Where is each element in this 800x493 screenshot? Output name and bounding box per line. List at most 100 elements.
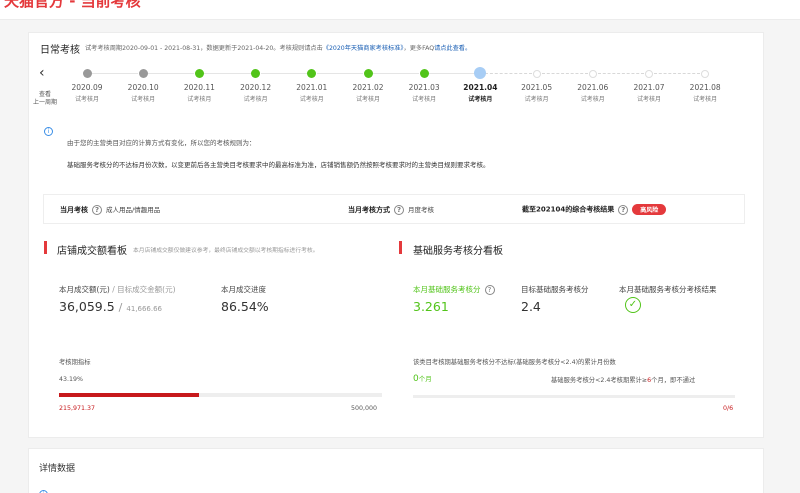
month-assessment: 当月考核? 成人用品/情趣用品 <box>60 204 160 215</box>
timeline-connector <box>485 73 532 74</box>
month-label: 当月考核 <box>60 206 88 214</box>
check-circle-icon: ✓ <box>625 297 641 313</box>
help-icon[interactable]: ? <box>618 204 629 215</box>
target-score: 2.4 <box>521 299 541 314</box>
target-label-text: / 目标成交金额(元) <box>112 285 176 294</box>
info-icon: i <box>44 127 53 136</box>
timeline-month[interactable]: 2020.12 <box>228 83 284 92</box>
timeline-month[interactable]: 2021.01 <box>284 83 340 92</box>
timeline-month[interactable]: 2021.06 <box>565 83 621 92</box>
timeline-connector <box>316 73 363 74</box>
timeline-dot[interactable] <box>474 67 487 79</box>
help-icon[interactable]: ? <box>484 285 495 295</box>
top-bar: 天猫官方 - 当前考核 <box>0 0 800 20</box>
month-value: 成人用品/情趣用品 <box>106 206 161 214</box>
timeline-month[interactable]: 2021.02 <box>340 83 396 92</box>
timeline-dot[interactable] <box>532 69 541 78</box>
chevron-left-icon[interactable]: ‹ <box>39 65 53 81</box>
method-label: 当月考核方式 <box>348 206 390 214</box>
rules-link[interactable]: 《2020年天猫商家考核标准》 <box>323 45 404 52</box>
timeline-dot[interactable] <box>307 69 317 78</box>
previous-period-button[interactable]: 查看 上一周期 <box>33 91 57 107</box>
timeline-month[interactable]: 2020.09 <box>59 83 115 92</box>
timeline-month-label: 试考核月 <box>74 96 99 103</box>
amount-value: 36,059.5 / 41,666.66 <box>59 299 162 314</box>
count-value: 0个月 <box>413 373 432 384</box>
amount-label-text: 本月成交额(元) <box>59 285 110 294</box>
service-score: 3.261 <box>413 299 449 314</box>
timeline-dot[interactable] <box>419 69 429 78</box>
timeline-connector <box>148 73 195 74</box>
timeline-dot[interactable] <box>251 69 261 78</box>
result-assessment: 截至202104的综合考核结果? 高风险 <box>522 204 667 215</box>
timeline-month[interactable]: 2021.05 <box>509 83 565 92</box>
period-percent: 43.19% <box>59 376 84 383</box>
back-label-1: 查看 <box>39 91 52 98</box>
help-icon[interactable]: ? <box>394 205 404 215</box>
timeline-month-label: 试考核月 <box>468 96 493 103</box>
summary-panel: 当月考核? 成人用品/情趣用品 当月考核方式? 月度考核 截至202104的综合考核… <box>43 194 745 224</box>
service-result-label: 本月基础服务考核分考核结果 <box>619 285 717 294</box>
count-progress-bar <box>413 395 735 398</box>
timeline-month-label: 试考核月 <box>524 96 549 103</box>
timeline-dot[interactable] <box>138 69 148 78</box>
service-board-title: 基础服务考核分看板 <box>413 246 503 257</box>
timeline-dot[interactable] <box>82 69 92 78</box>
details-card: 详情数据 i <box>28 448 764 493</box>
page-title: 天猫官方 - 当前考核 <box>4 0 141 10</box>
method-value: 月度考核 <box>408 206 434 214</box>
timeline-month-label: 试考核月 <box>131 96 156 103</box>
target-score-label: 目标基础服务考核分 <box>521 285 589 294</box>
accent-bar <box>44 241 47 254</box>
count-rule: 基础服务考核分<2.4考核期累计≥6个月，即不通过 <box>551 375 695 384</box>
timeline-connector <box>260 73 307 74</box>
period-label: 考核期指标 <box>59 359 91 366</box>
period-progress-fill <box>59 393 199 397</box>
timeline-dot[interactable] <box>588 69 597 78</box>
period-value: 215,971.37 <box>59 405 96 412</box>
assessment-note: 试考考核周期2020-09-01 - 2021-08-31，数据更新于2021-… <box>85 43 471 52</box>
timeline-month-label: 试考核月 <box>243 96 268 103</box>
daily-assessment-card: 日常考核 试考考核周期2020-09-01 - 2021-08-31，数据更新于… <box>28 32 764 438</box>
timeline-month[interactable]: 2020.10 <box>115 83 171 92</box>
timeline-month-label: 试考核月 <box>636 96 661 103</box>
timeline-month-label: 试考核月 <box>187 96 212 103</box>
service-score-text: 本月基础服务考核分 <box>413 285 481 294</box>
timeline-month[interactable]: 2021.03 <box>396 83 452 92</box>
timeline-month-label: 试考核月 <box>355 96 380 103</box>
timeline-month-label: 试考核月 <box>693 96 718 103</box>
timeline-month[interactable]: 2020.11 <box>171 83 227 92</box>
help-icon[interactable]: ? <box>92 205 102 215</box>
back-label-2: 上一周期 <box>33 99 58 106</box>
note-text-mid: ，更多FAQ <box>403 45 435 52</box>
notice-line-2: 基础服务考核分的不达标月份次数，以变更前后各主营类目考核要求中的最高标准为准，店… <box>67 161 490 169</box>
details-title: 详情数据 <box>39 464 76 474</box>
timeline-month[interactable]: 2021.08 <box>677 83 733 92</box>
result-label: 截至202104的综合考核结果 <box>522 205 615 214</box>
separator: / <box>118 301 123 314</box>
timeline-connector <box>654 73 701 74</box>
accent-bar <box>399 241 402 254</box>
timeline-dot[interactable] <box>701 69 710 78</box>
timeline-dot[interactable] <box>645 69 653 78</box>
count-title: 该类目考核期基础服务考核分不达标(基础服务考核分<2.4)的累计月份数 <box>413 359 616 366</box>
store-board-title: 店铺成交额看板 <box>57 246 127 257</box>
target-number: 41,666.66 <box>126 305 162 313</box>
method-assessment: 当月考核方式? 月度考核 <box>348 204 434 215</box>
faq-link[interactable]: 请点此查看。 <box>434 45 471 52</box>
risk-badge: 高风险 <box>632 204 667 215</box>
progress-label: 本月成交进度 <box>221 285 266 294</box>
progress-value: 86.54% <box>221 299 269 314</box>
timeline-connector <box>541 73 588 74</box>
timeline-month[interactable]: 2021.04 <box>452 83 508 92</box>
month-timeline: 2020.09 试考核月 2020.10 试考核月 2020.11 试考核月 2020.12… <box>59 67 759 117</box>
period-progress-bar <box>59 393 382 397</box>
timeline-month-label: 试考核月 <box>299 96 324 103</box>
timeline-month[interactable]: 2021.07 <box>621 83 677 92</box>
amount-label: 本月成交额(元) / 目标成交金额(元) <box>59 284 176 295</box>
timeline-dot[interactable] <box>363 69 373 78</box>
timeline-connector <box>373 73 420 74</box>
count-unit: 个月 <box>418 375 432 383</box>
amount-number: 36,059.5 <box>59 299 115 314</box>
timeline-dot[interactable] <box>194 69 204 78</box>
